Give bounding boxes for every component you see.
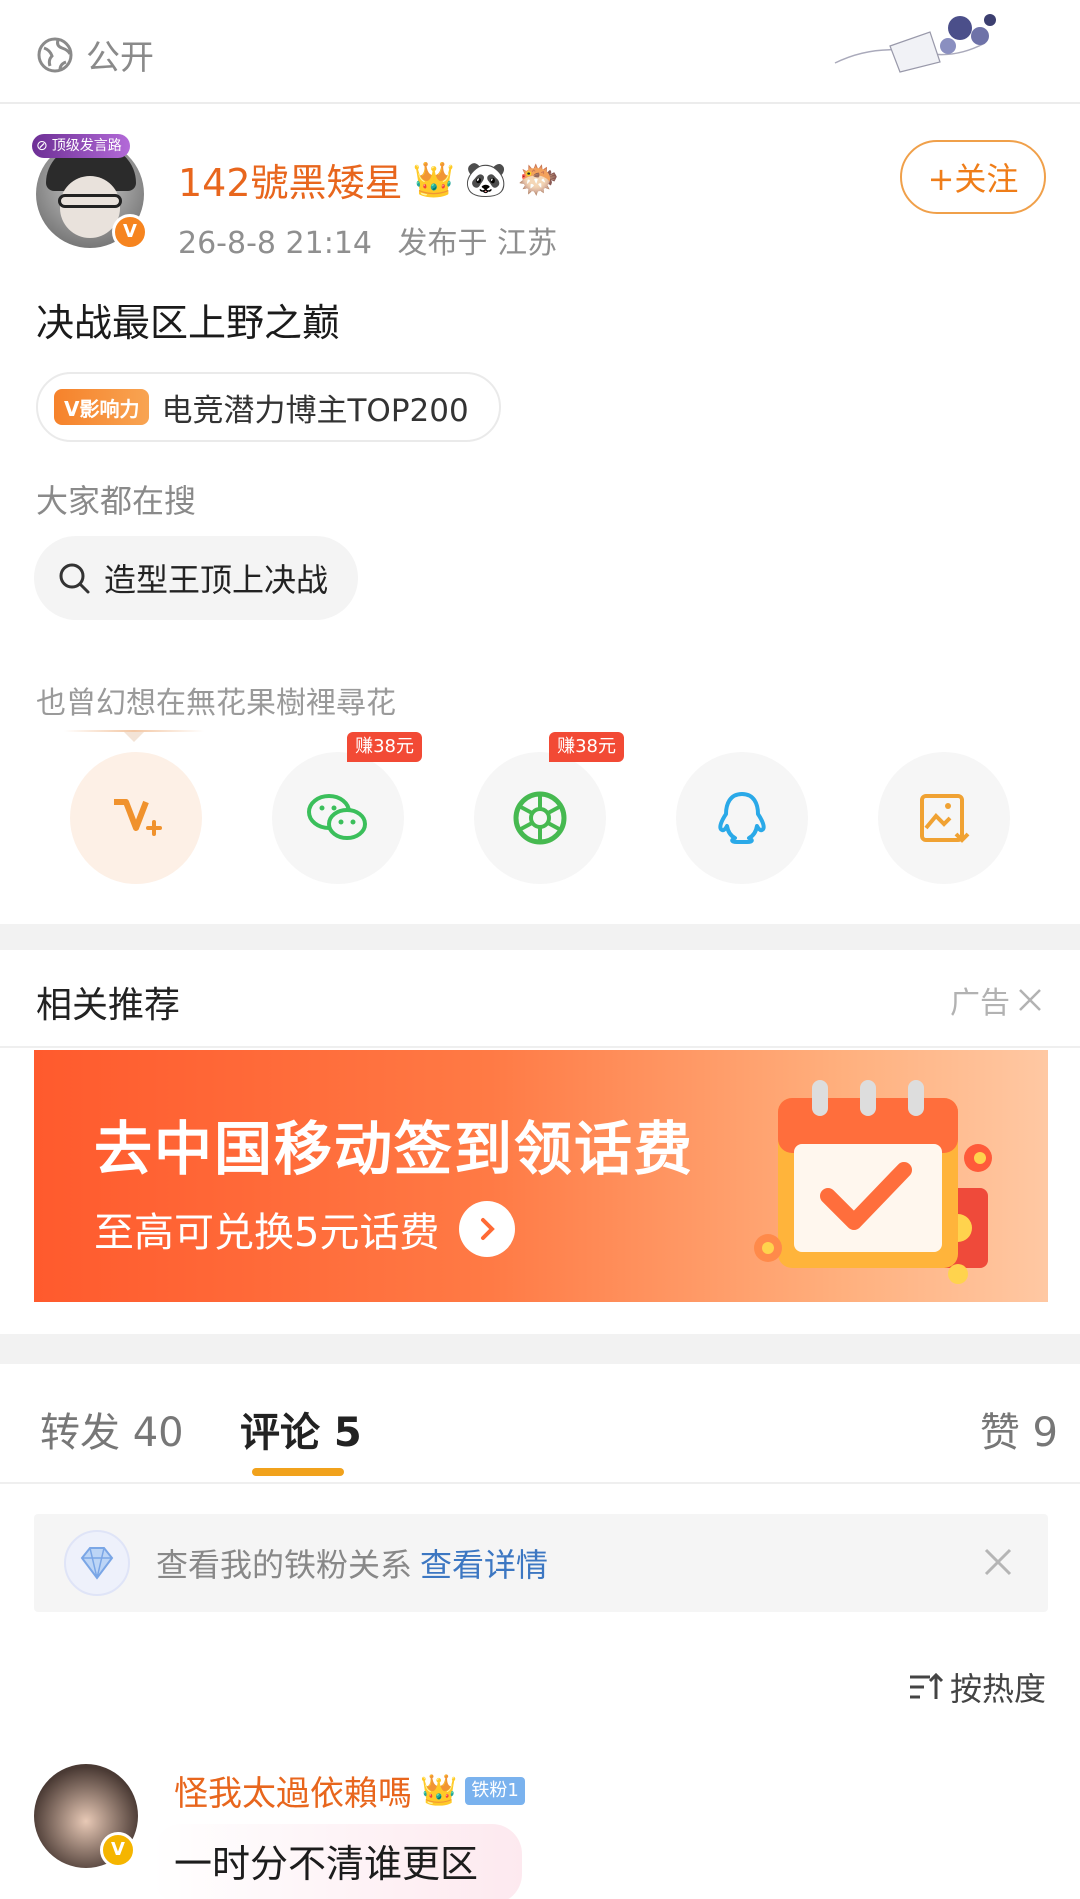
diamond-icon	[64, 1530, 130, 1596]
post-location: 发布于 江苏	[397, 226, 558, 261]
author-name-row[interactable]: 142號黑矮星 👑 🐼 🐡	[178, 152, 560, 207]
sort-button[interactable]: 按热度	[908, 1664, 1046, 1710]
moments-icon	[513, 791, 567, 845]
author-name[interactable]: 142號黑矮星	[178, 152, 403, 207]
sort-icon	[909, 1672, 944, 1699]
verified-badge-icon: V	[112, 214, 148, 250]
ad-banner-subtitle-row: 至高可兑换5元话费	[94, 1200, 516, 1258]
share-wechat-button[interactable]: 赚38元	[272, 732, 422, 884]
influence-label: 电竞潜力博主TOP200	[161, 392, 469, 429]
pufferfish-icon: 🐡	[517, 159, 560, 200]
verified-badge-icon: V	[100, 1832, 136, 1868]
weibo-repost-icon	[114, 799, 162, 836]
ad-banner[interactable]: 去中国移动签到领话费 至高可兑换5元话费	[34, 1050, 1048, 1302]
crown-icon: 👑	[420, 1773, 458, 1808]
author-signature: 也曾幻想在無花果樹裡尋花	[36, 686, 396, 721]
interaction-tabs: 转发 40 评论 5 赞 9	[0, 1364, 1080, 1484]
post-meta: 26-8-8 21:14 发布于 江苏	[178, 218, 573, 262]
tab-likes[interactable]: 赞 9	[980, 1400, 1058, 1458]
ban-icon: ⊘	[36, 138, 48, 154]
chevron-right-icon	[459, 1201, 516, 1257]
ad-close-button[interactable]: 广告	[950, 978, 1044, 1022]
follow-button[interactable]: +关注	[900, 140, 1046, 214]
globe-icon	[37, 37, 73, 72]
close-icon[interactable]	[978, 1542, 1018, 1582]
comment-item[interactable]: V 怪我太過依賴嗎 👑 铁粉1 一时分不清谁更区	[0, 1760, 1080, 1899]
share-moments-button[interactable]: 赚38元	[474, 732, 624, 884]
frame-badge-label: 顶级发言路	[51, 138, 122, 154]
ad-label: 广告	[950, 986, 1010, 1021]
author-avatar[interactable]: ⊘ 顶级发言路 V	[32, 134, 148, 250]
trending-search-chip[interactable]: 造型王顶上决战	[34, 536, 359, 620]
section-divider	[0, 924, 1080, 950]
share-weibo-button[interactable]	[70, 752, 202, 884]
panda-icon: 🐼	[464, 159, 508, 200]
fan-level-badge: 铁粉1	[465, 1776, 525, 1805]
post-time: 26-8-8 21:14	[178, 226, 372, 261]
close-icon	[1019, 989, 1041, 1011]
flower-decoration-icon	[834, 14, 996, 73]
share-qq-button[interactable]	[676, 752, 808, 884]
ad-banner-subtitle: 至高可兑换5元话费	[94, 1210, 440, 1256]
influence-tag: V影响力	[54, 389, 150, 425]
fan-relation-card[interactable]: 查看我的铁粉关系 查看详情	[34, 1514, 1048, 1612]
comment-text: 一时分不清谁更区	[152, 1824, 523, 1899]
qq-penguin-icon	[718, 792, 766, 844]
sort-label: 按热度	[949, 1670, 1046, 1708]
share-save-image-button[interactable]	[878, 752, 1010, 884]
recommend-title: 相关推荐	[36, 985, 181, 1026]
divider	[0, 1046, 1080, 1048]
fan-relation-text: 查看我的铁粉关系 查看详情	[156, 1540, 548, 1586]
earn-badge: 赚38元	[549, 732, 624, 762]
active-tab-indicator	[252, 1468, 344, 1476]
trending-search-label: 大家都在搜	[36, 482, 197, 520]
visibility-label: 公开	[86, 38, 154, 78]
tab-repost[interactable]: 转发 40	[40, 1400, 184, 1458]
recommend-section: 相关推荐 广告 去中国移动签到领话费 至高可兑换5元话费	[0, 950, 1080, 1334]
section-divider	[0, 1334, 1080, 1364]
fan-relation-details-link[interactable]: 查看详情	[420, 1546, 548, 1584]
avatar-frame-badge: ⊘ 顶级发言路	[32, 134, 130, 158]
calendar-checkmark-icon	[754, 1080, 992, 1284]
ad-banner-title: 去中国移动签到领话费	[94, 1115, 695, 1183]
trending-search-query: 造型王顶上决战	[104, 561, 329, 599]
influence-chip[interactable]: V影响力 电竞潜力博主TOP200	[36, 372, 501, 442]
crown-icon: 👑	[412, 159, 455, 200]
earn-badge: 赚38元	[347, 732, 422, 762]
share-pointer	[64, 730, 204, 742]
visibility-setting[interactable]: 公开	[36, 30, 154, 79]
commenter-name-row: 怪我太過依賴嗎 👑 铁粉1	[174, 1766, 525, 1815]
post-text: 决战最区上野之巅	[36, 301, 341, 345]
wechat-icon	[307, 794, 367, 840]
post-card: ⊘ 顶级发言路 V 142號黑矮星 👑 🐼 🐡 26-8-8 21:14 发布于…	[0, 104, 1080, 924]
fan-relation-label: 查看我的铁粉关系	[156, 1546, 413, 1584]
share-row: 赚38元 赚38元	[0, 730, 1080, 902]
commenter-name[interactable]: 怪我太過依賴嗎	[174, 1766, 412, 1815]
tab-comments[interactable]: 评论 5	[240, 1400, 362, 1458]
visibility-bar: 公开	[0, 0, 1080, 104]
save-image-icon	[920, 794, 970, 843]
search-icon	[59, 563, 90, 594]
